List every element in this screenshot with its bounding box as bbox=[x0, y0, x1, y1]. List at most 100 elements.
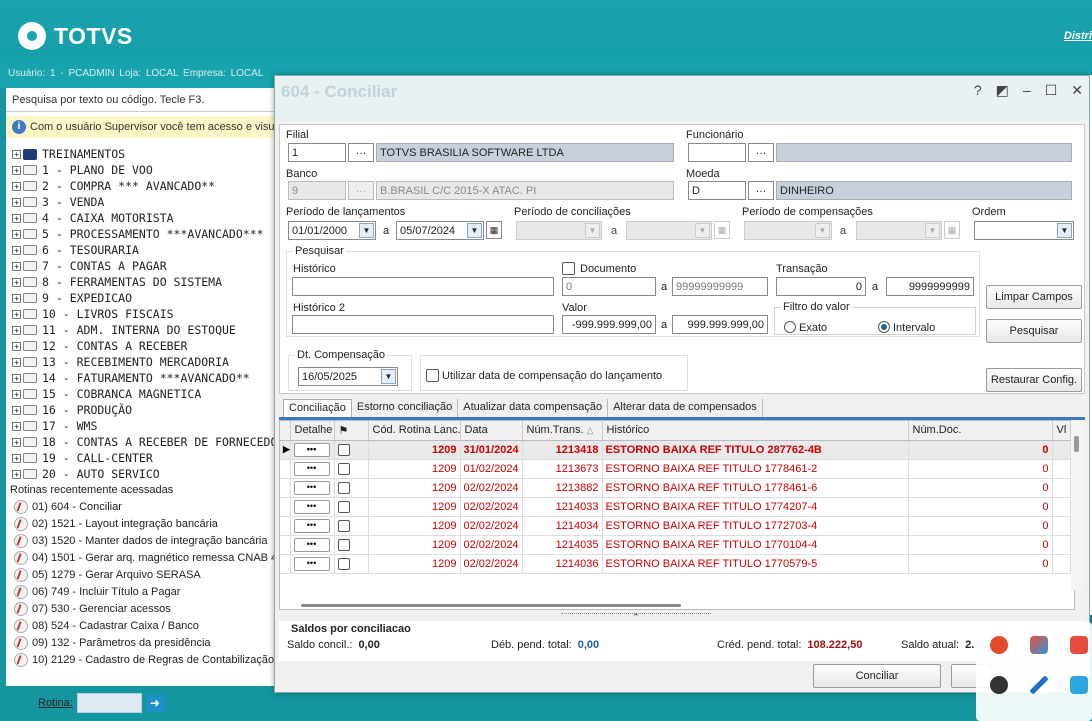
close-icon[interactable]: ✕ bbox=[1071, 82, 1083, 99]
cell-check[interactable] bbox=[334, 478, 369, 498]
chevron-down-icon[interactable]: ▼ bbox=[925, 223, 940, 238]
chevron-down-icon[interactable]: ▼ bbox=[1057, 223, 1072, 238]
menu-tree-item[interactable]: +6 - TESOURARIA bbox=[6, 242, 276, 258]
menu-tree-item[interactable]: +3 - VENDA bbox=[6, 194, 276, 210]
detail-button[interactable]: ••• bbox=[293, 518, 330, 533]
restaurar-config-button[interactable]: Restaurar Config. bbox=[986, 368, 1082, 392]
chevron-down-icon[interactable]: ▼ bbox=[467, 223, 482, 238]
cell-check[interactable] bbox=[334, 535, 369, 555]
help-button[interactable]: ? bbox=[974, 82, 982, 99]
exato-radio[interactable] bbox=[784, 321, 796, 333]
menu-tree-item[interactable]: +15 - COBRANCA MAGNETICA bbox=[6, 386, 276, 402]
funcionario-lookup-button[interactable]: … bbox=[748, 143, 774, 162]
table-row[interactable]: ••• 1209 02/02/2024 1214035 ESTORNO BAIXA RE… bbox=[280, 535, 1071, 555]
recent-routine-item[interactable]: 07) 530 - Gerenciar acessos bbox=[6, 600, 276, 617]
pesquisar-button[interactable]: Pesquisar bbox=[986, 319, 1082, 343]
expand-icon[interactable]: + bbox=[12, 405, 21, 415]
calendar-icon[interactable]: ▦ bbox=[486, 221, 502, 239]
rotina-input[interactable] bbox=[76, 693, 142, 713]
chevron-down-icon[interactable]: ▼ bbox=[695, 223, 710, 238]
cell-detalhe[interactable]: ••• bbox=[290, 478, 335, 498]
menu-tree-item[interactable]: +13 - RECEBIMENTO MERCADORIA bbox=[6, 354, 276, 370]
expand-icon[interactable]: + bbox=[12, 197, 21, 207]
menu-tree-item[interactable]: +18 - CONTAS A RECEBER DE FORNECEDO bbox=[6, 434, 276, 450]
maximize-icon[interactable]: ☐ bbox=[1045, 82, 1058, 99]
recent-routine-item[interactable]: 09) 132 - Parâmetros da presidência bbox=[6, 634, 276, 651]
detail-button[interactable]: ••• bbox=[293, 480, 330, 495]
tab-alterar-data[interactable]: Alterar data de compensados bbox=[608, 399, 763, 417]
menu-tree-item[interactable]: +12 - CONTAS A RECEBER bbox=[6, 338, 276, 354]
col-data[interactable]: Data bbox=[460, 421, 523, 441]
periodo-comp-from[interactable]: ▼ bbox=[744, 221, 832, 240]
expand-icon[interactable]: + bbox=[12, 453, 21, 463]
calendar-icon[interactable]: ▦ bbox=[714, 221, 730, 239]
grid-horizontal-scrollbar[interactable] bbox=[281, 602, 1061, 610]
chevron-down-icon[interactable]: ▼ bbox=[585, 223, 600, 238]
menu-tree-item[interactable]: + TREINAMENTOS bbox=[6, 146, 276, 162]
minimize-icon[interactable]: – bbox=[1023, 82, 1031, 99]
detail-button[interactable]: ••• bbox=[293, 499, 330, 514]
expand-icon[interactable]: + bbox=[12, 229, 21, 239]
cell-detalhe[interactable]: ••• bbox=[290, 497, 335, 517]
chevron-down-icon[interactable]: ▼ bbox=[381, 369, 396, 384]
table-row[interactable]: ••• 1209 02/02/2024 1214034 ESTORNO BAIXA RE… bbox=[280, 516, 1071, 536]
expand-icon[interactable]: + bbox=[12, 181, 21, 191]
banco-code-input[interactable]: 9 bbox=[288, 181, 346, 200]
valor-from-input[interactable]: -999.999.999,00 bbox=[562, 315, 656, 334]
filial-lookup-button[interactable]: … bbox=[348, 143, 374, 162]
scroll-thumb[interactable] bbox=[301, 604, 681, 607]
chevron-down-icon[interactable]: ▼ bbox=[815, 223, 830, 238]
table-row[interactable]: ••• 1209 02/02/2024 1214036 ESTORNO BAIXA RE… bbox=[280, 554, 1071, 574]
expand-icon[interactable]: + bbox=[12, 357, 21, 367]
col-num-trans[interactable]: Núm.Trans. △ bbox=[522, 421, 603, 441]
expand-icon[interactable]: + bbox=[12, 277, 21, 287]
distributor-link[interactable]: Distri bbox=[1064, 30, 1092, 42]
periodo-conc-from[interactable]: ▼ bbox=[516, 221, 602, 240]
cell-check[interactable] bbox=[334, 554, 369, 574]
restore-icon[interactable]: ◩ bbox=[996, 82, 1009, 99]
menu-tree-item[interactable]: +5 - PROCESSAMENTO ***AVANCADO*** bbox=[6, 226, 276, 242]
tab-conciliacao[interactable]: Conciliação bbox=[283, 399, 352, 417]
menu-tree-item[interactable]: +4 - CAIXA MOTORISTA bbox=[6, 210, 276, 226]
calendar-icon[interactable]: ▦ bbox=[944, 221, 960, 239]
detail-button[interactable]: ••• bbox=[293, 442, 330, 457]
menu-tree-item[interactable]: +14 - FATURAMENTO ***AVANCADO** bbox=[6, 370, 276, 386]
banco-lookup-button[interactable]: … bbox=[348, 181, 374, 200]
sync-tray-icon[interactable] bbox=[990, 676, 1008, 694]
grid-vertical-scrollbar[interactable] bbox=[1071, 420, 1083, 590]
recent-routine-item[interactable]: 08) 524 - Cadastrar Caixa / Banco bbox=[6, 617, 276, 634]
chevron-down-icon[interactable]: ▼ bbox=[359, 223, 374, 238]
utilizar-checkbox[interactable] bbox=[426, 369, 439, 382]
col-cod-rotina[interactable]: Cód. Rotina Lanc. bbox=[368, 421, 461, 441]
menu-tree-item[interactable]: +16 - PRODUÇÃO bbox=[6, 402, 276, 418]
expand-icon[interactable]: + bbox=[12, 245, 21, 255]
moeda-code-input[interactable]: D bbox=[688, 181, 746, 200]
expand-icon[interactable]: + bbox=[12, 325, 21, 335]
menu-tree-item[interactable]: +19 - CALL-CENTER bbox=[6, 450, 276, 466]
scroll-thumb[interactable] bbox=[1074, 436, 1079, 452]
menu-tree-item[interactable]: +17 - WMS bbox=[6, 418, 276, 434]
expand-icon[interactable]: + bbox=[12, 469, 21, 479]
transacao-to-input[interactable]: 9999999999 bbox=[886, 277, 974, 296]
cell-detalhe[interactable]: ••• bbox=[290, 516, 335, 536]
pen-tray-icon[interactable] bbox=[1030, 676, 1048, 694]
transacao-from-input[interactable]: 0 bbox=[776, 277, 866, 296]
table-row[interactable]: ••• 1209 02/02/2024 1213882 ESTORNO BAIXA RE… bbox=[280, 478, 1071, 498]
row-checkbox[interactable] bbox=[337, 500, 350, 513]
recent-routine-item[interactable]: 01) 604 - Conciliar bbox=[6, 498, 276, 515]
detail-button[interactable]: ••• bbox=[293, 461, 330, 476]
recent-routine-item[interactable]: 06) 749 - Incluir Título a Pagar bbox=[6, 583, 276, 600]
col-vl[interactable]: Vl bbox=[1052, 421, 1071, 441]
cell-detalhe[interactable]: ••• bbox=[290, 554, 335, 574]
expand-icon[interactable]: + bbox=[12, 373, 21, 383]
row-checkbox[interactable] bbox=[337, 557, 350, 570]
menu-tree-item[interactable]: +2 - COMPRA *** AVANCADO** bbox=[6, 178, 276, 194]
cell-detalhe[interactable]: ••• bbox=[290, 440, 335, 460]
expand-icon[interactable]: + bbox=[12, 165, 21, 175]
row-checkbox[interactable] bbox=[337, 519, 350, 532]
menu-tree-item[interactable]: +7 - CONTAS A PAGAR bbox=[6, 258, 276, 274]
detail-button[interactable]: ••• bbox=[293, 556, 330, 571]
documento-checkbox[interactable] bbox=[562, 262, 575, 275]
go-arrow-icon[interactable]: ➜ bbox=[145, 694, 164, 712]
periodo-lanc-from[interactable]: 01/01/2000 ▼ bbox=[288, 221, 376, 240]
